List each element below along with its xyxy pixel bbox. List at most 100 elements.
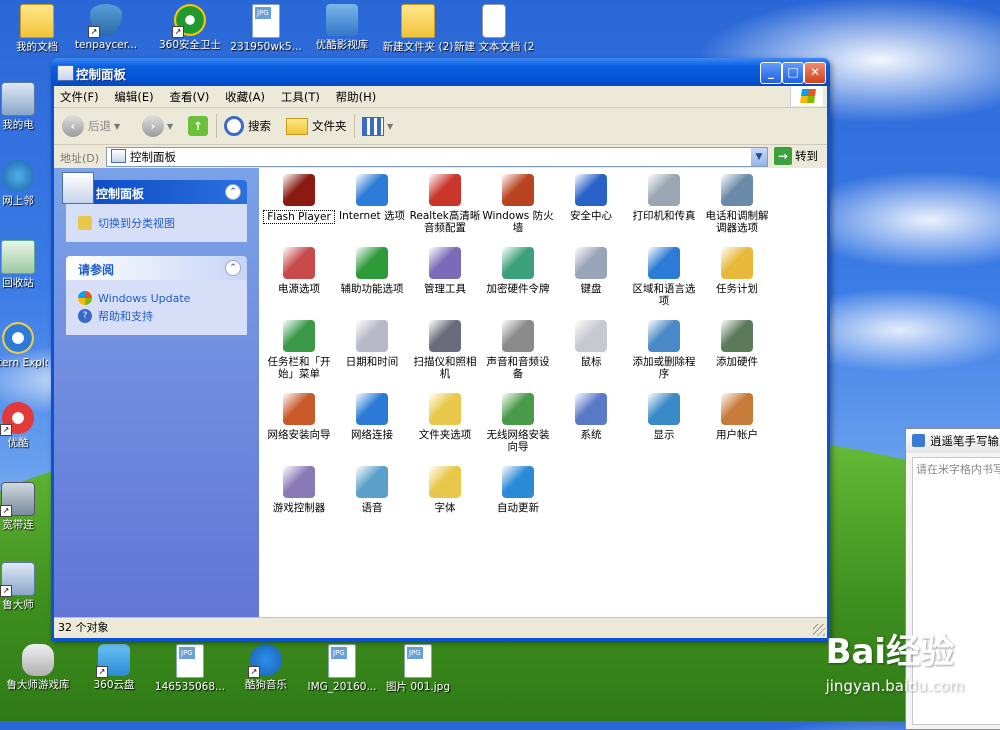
display-icon: [648, 393, 680, 425]
cp-item-security-center[interactable]: 安全中心: [555, 174, 627, 222]
cp-item-game-controllers[interactable]: 游戏控制器: [263, 466, 335, 514]
video-icon: ↗: [0, 402, 34, 436]
menu-file[interactable]: 文件(F): [54, 86, 105, 105]
desktop-icon-ludashi[interactable]: ↗ 鲁大师: [0, 562, 48, 611]
cp-item-keyboard[interactable]: 键盘: [555, 247, 627, 295]
handwriting-window-title[interactable]: 逍遥笔手写输入: [906, 429, 1000, 453]
cp-item-flash-player[interactable]: Flash Player: [263, 174, 335, 224]
crypto-token-icon: [502, 247, 534, 279]
maximize-button[interactable]: □: [782, 62, 804, 84]
cp-item-system[interactable]: 系统: [555, 393, 627, 441]
views-button[interactable]: ▼: [362, 114, 393, 138]
desktop-icon-tenpay[interactable]: ↗ tenpaycer...: [66, 4, 146, 51]
menu-help[interactable]: 帮助(H): [330, 86, 383, 105]
network-setup-wizard-icon: [283, 393, 315, 425]
desktop-icon-new-folder[interactable]: 新建文件夹 (2): [378, 4, 458, 53]
control-panel-icon: [111, 149, 126, 163]
printers-faxes-icon: [648, 174, 680, 206]
collapse-icon[interactable]: ⌃: [225, 184, 241, 200]
panel-header[interactable]: 请参阅 ⌃: [66, 256, 247, 280]
forward-arrow-icon: ›: [142, 115, 164, 137]
cp-item-mouse[interactable]: 鼠标: [555, 320, 627, 368]
desktop-icon-new-text[interactable]: 新建 文本文档 (2).txt: [454, 4, 534, 53]
cp-item-accessibility-options[interactable]: 辅助功能选项: [336, 247, 408, 295]
cp-item-speech[interactable]: 语音: [336, 466, 408, 514]
help-support-link[interactable]: ? 帮助和支持: [78, 308, 239, 324]
cp-item-folder-options[interactable]: 文件夹选项: [409, 393, 481, 441]
cp-item-network-setup-wizard[interactable]: 网络安装向导: [263, 393, 335, 441]
desktop-icon-network[interactable]: 网上邻: [0, 160, 48, 207]
desktop-icon-jpg-4[interactable]: 图片 001.jpg: [378, 644, 458, 693]
folders-button[interactable]: 文件夹: [286, 114, 347, 138]
desktop-icon-360-cloud[interactable]: ↗ 360云盘: [74, 644, 154, 691]
panel-header[interactable]: 控制面板 ⌃: [62, 172, 247, 204]
cp-item-user-accounts[interactable]: 用户帐户: [701, 393, 773, 441]
menu-tools[interactable]: 工具(T): [275, 86, 326, 105]
desktop-icon-360[interactable]: ↗ 360安全卫士: [150, 4, 230, 51]
cp-item-phone-modem[interactable]: 电话和调制解调器选项: [701, 174, 773, 234]
menu-view[interactable]: 查看(V): [164, 86, 216, 105]
desktop-icon-game-library[interactable]: 鲁大师游戏库: [0, 644, 78, 691]
title-bar[interactable]: 控制面板 _ □ ✕: [51, 58, 830, 86]
cp-item-windows-firewall[interactable]: Windows 防火墙: [482, 174, 554, 234]
go-button[interactable]: → 转到: [774, 147, 818, 165]
control-panel-icon: [57, 65, 74, 81]
desktop-icon-youku-library[interactable]: 优酷影视库: [302, 4, 382, 51]
cp-item-crypto-token[interactable]: 加密硬件令牌: [482, 247, 554, 295]
desktop-icon-broadband[interactable]: ↗ 宽带连: [0, 482, 48, 531]
windows-update-link[interactable]: Windows Update: [78, 291, 239, 305]
gamepad-icon: [22, 644, 54, 676]
resize-grip[interactable]: [813, 624, 825, 636]
up-button[interactable]: ↑: [188, 114, 208, 138]
cp-item-taskbar-start-menu[interactable]: 任务栏和「开始」菜单: [263, 320, 335, 380]
desktop-icon-kugou[interactable]: ↗ 酷狗音乐: [226, 644, 306, 691]
cp-item-realtek-audio[interactable]: Realtek高清晰音频配置: [409, 174, 481, 234]
minimize-button[interactable]: _: [760, 62, 782, 84]
back-button[interactable]: ‹ 后退 ▼: [62, 114, 120, 138]
360-icon: ↗: [172, 4, 206, 38]
flash-player-icon: [283, 174, 315, 206]
jpg-file-icon: [176, 644, 204, 678]
address-input[interactable]: 控制面板 ▼: [106, 147, 768, 167]
realtek-audio-icon: [429, 174, 461, 206]
desktop-icon-jpg-1[interactable]: 231950wk5...: [226, 4, 306, 53]
cp-item-administrative-tools[interactable]: 管理工具: [409, 247, 481, 295]
menu-edit[interactable]: 编辑(E): [108, 86, 159, 105]
cp-item-scheduled-tasks[interactable]: 任务计划: [701, 247, 773, 295]
switch-category-view-link[interactable]: 切换到分类视图: [78, 215, 239, 231]
accessibility-options-icon: [356, 247, 388, 279]
cp-item-scanners-cameras[interactable]: 扫描仪和照相机: [409, 320, 481, 380]
desktop-icon-jpg-3[interactable]: IMG_20160...: [302, 644, 382, 693]
forward-button[interactable]: › ▼: [142, 114, 173, 138]
cp-item-display[interactable]: 显示: [628, 393, 700, 441]
wireless-setup-wizard-icon: [502, 393, 534, 425]
cp-item-fonts[interactable]: 字体: [409, 466, 481, 514]
folder-icon: [20, 4, 54, 38]
cp-item-automatic-updates[interactable]: 自动更新: [482, 466, 554, 514]
desktop-icon-youku[interactable]: ↗ 优酷: [0, 402, 48, 449]
cp-item-network-connections[interactable]: 网络连接: [336, 393, 408, 441]
cp-item-add-hardware[interactable]: 添加硬件: [701, 320, 773, 368]
broadband-icon: ↗: [0, 482, 35, 517]
close-button[interactable]: ✕: [804, 62, 826, 84]
cp-item-internet-options[interactable]: Internet 选项: [336, 174, 408, 222]
desktop-icon-my-computer[interactable]: 我的电: [0, 82, 48, 131]
address-dropdown[interactable]: ▼: [751, 148, 767, 166]
cp-item-regional-language[interactable]: 区域和语言选项: [628, 247, 700, 307]
address-label: 地址(D): [60, 152, 100, 165]
collapse-icon[interactable]: ⌃: [225, 260, 241, 276]
cp-item-printers-faxes[interactable]: 打印机和传真: [628, 174, 700, 222]
desktop-icon-recycle-bin[interactable]: 回收站: [0, 240, 48, 289]
cp-item-add-remove-programs[interactable]: 添加或删除程序: [628, 320, 700, 380]
search-button[interactable]: 搜索: [224, 114, 271, 138]
folder-up-icon: ↑: [188, 116, 208, 136]
menu-favorites[interactable]: 收藏(A): [219, 86, 271, 105]
phone-modem-icon: [721, 174, 753, 206]
cp-item-date-time[interactable]: 日期和时间: [336, 320, 408, 368]
desktop-icon-jpg-2[interactable]: 146535068...: [150, 644, 230, 693]
desktop-icon-ie[interactable]: Intern Explor: [0, 322, 48, 369]
cp-item-wireless-setup-wizard[interactable]: 无线网络安装向导: [482, 393, 554, 453]
cp-item-power-options[interactable]: 电源选项: [263, 247, 335, 295]
baidu-watermark: Bai经验 jingyan.baidu.com: [825, 632, 964, 695]
cp-item-sounds-audio[interactable]: 声音和音频设备: [482, 320, 554, 380]
